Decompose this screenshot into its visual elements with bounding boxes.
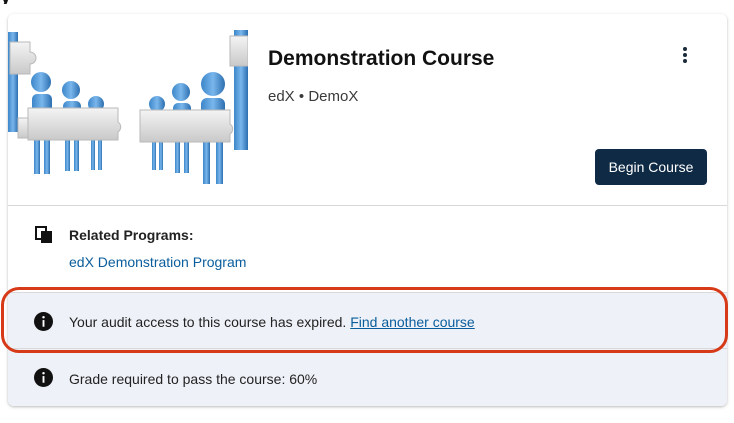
kebab-menu-icon bbox=[683, 47, 687, 63]
course-subtitle: edX • DemoX bbox=[268, 88, 358, 105]
grade-requirement-alert: Grade required to pass the course: 60% bbox=[8, 349, 727, 406]
course-dashboard: y bbox=[0, 0, 734, 423]
related-programs-section: Related Programs: edX Demonstration Prog… bbox=[8, 206, 727, 293]
grade-requirement-text: Grade required to pass the course: 60% bbox=[69, 371, 318, 387]
subtitle-separator: • bbox=[298, 88, 305, 105]
begin-course-button[interactable]: Begin Course bbox=[595, 149, 707, 185]
course-org: edX bbox=[268, 88, 295, 105]
course-title[interactable]: Demonstration Course bbox=[268, 47, 494, 71]
audit-expired-text: Your audit access to this course has exp… bbox=[69, 314, 347, 330]
find-another-course-link[interactable]: Find another course bbox=[350, 314, 475, 330]
info-icon bbox=[34, 368, 53, 387]
audit-expired-message: Your audit access to this course has exp… bbox=[69, 314, 475, 330]
course-header: Demonstration Course edX • DemoX Begin C… bbox=[8, 14, 727, 206]
course-card: Demonstration Course edX • DemoX Begin C… bbox=[8, 14, 727, 406]
audit-expired-alert: Your audit access to this course has exp… bbox=[8, 293, 727, 349]
info-icon bbox=[34, 312, 53, 331]
programs-icon bbox=[35, 226, 52, 243]
course-actions-menu[interactable] bbox=[670, 40, 700, 70]
course-number: DemoX bbox=[308, 88, 359, 105]
puzzle-people-image bbox=[8, 30, 248, 184]
related-program-link[interactable]: edX Demonstration Program bbox=[69, 254, 246, 270]
course-image[interactable] bbox=[8, 14, 248, 197]
related-programs-label: Related Programs: bbox=[69, 227, 194, 243]
section-heading-fragment: y bbox=[0, 0, 26, 4]
